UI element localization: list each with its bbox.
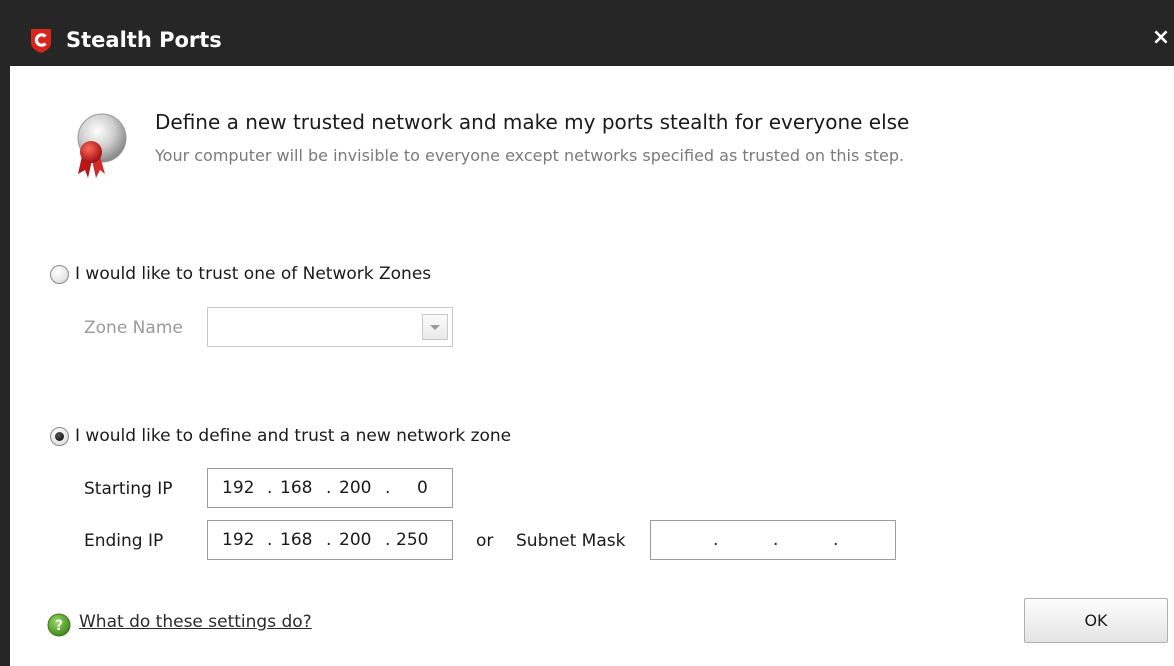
- window-title: Stealth Ports: [66, 28, 222, 52]
- ending-ip-input[interactable]: 192 . 168 . 200 . 250: [207, 520, 453, 560]
- radio-option-network-zones[interactable]: I would like to trust one of Network Zon…: [50, 263, 431, 285]
- ending-ip-octet-1: 192: [222, 530, 255, 550]
- ending-ip-label: Ending IP: [84, 531, 164, 551]
- ip-dot: .: [326, 530, 332, 550]
- ip-dot: .: [326, 478, 332, 498]
- help-link[interactable]: What do these settings do?: [79, 612, 312, 632]
- close-icon[interactable]: ×: [1152, 25, 1170, 50]
- radio-option-new-zone[interactable]: I would like to define and trust a new n…: [50, 425, 511, 447]
- svg-text:?: ?: [55, 618, 63, 634]
- starting-ip-octet-1: 192: [222, 478, 255, 498]
- chevron-down-icon[interactable]: [422, 314, 448, 340]
- or-label: or: [476, 531, 494, 551]
- ip-dot: .: [773, 530, 779, 550]
- ip-dot: .: [833, 530, 839, 550]
- award-badge-icon: [77, 113, 127, 178]
- radio-button-network-zones[interactable]: [50, 264, 69, 284]
- subnet-mask-label: Subnet Mask: [516, 531, 626, 551]
- radio-label-network-zones[interactable]: I would like to trust one of Network Zon…: [75, 264, 431, 284]
- radio-label-new-zone[interactable]: I would like to define and trust a new n…: [75, 426, 511, 446]
- help-icon[interactable]: ?: [47, 613, 71, 637]
- ending-ip-octet-4: 250: [396, 530, 429, 550]
- ip-dot: .: [267, 530, 273, 550]
- starting-ip-octet-4: 0: [417, 478, 428, 498]
- zone-name-dropdown[interactable]: [207, 307, 453, 347]
- stealth-ports-dialog: Stealth Ports × Define a new trusted net…: [0, 0, 1174, 666]
- ip-dot: .: [713, 530, 719, 550]
- zone-name-label: Zone Name: [84, 318, 183, 338]
- ending-ip-octet-2: 168: [280, 530, 313, 550]
- ip-dot: .: [385, 478, 391, 498]
- dialog-subheading: Your computer will be invisible to every…: [155, 146, 905, 165]
- ending-ip-octet-3: 200: [339, 530, 372, 550]
- comodo-logo-icon: [31, 29, 51, 53]
- ok-button-label[interactable]: OK: [1084, 611, 1107, 630]
- title-bar[interactable]: Stealth Ports ×: [10, 0, 1174, 66]
- ip-dot: .: [267, 478, 273, 498]
- close-button[interactable]: ×: [1150, 24, 1172, 52]
- starting-ip-octet-2: 168: [280, 478, 313, 498]
- starting-ip-input[interactable]: 192 . 168 . 200 . 0: [207, 468, 453, 508]
- starting-ip-label: Starting IP: [84, 479, 173, 499]
- subnet-mask-input[interactable]: . . .: [650, 520, 896, 560]
- dialog-heading: Define a new trusted network and make my…: [155, 110, 910, 134]
- ok-button[interactable]: OK: [1024, 598, 1168, 643]
- starting-ip-octet-3: 200: [339, 478, 372, 498]
- ip-dot: .: [385, 530, 391, 550]
- radio-button-new-zone[interactable]: [50, 426, 69, 446]
